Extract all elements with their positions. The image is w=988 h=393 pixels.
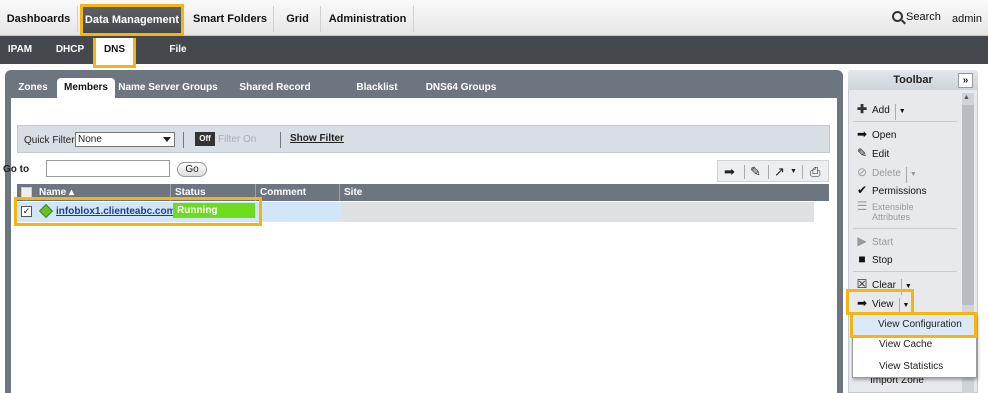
divider: [744, 165, 745, 179]
chevron-down-icon[interactable]: ▼: [905, 167, 917, 183]
tab-name-server-groups[interactable]: Name Server Groups: [118, 78, 218, 98]
search-icon: [892, 11, 903, 22]
toolbar-extensible-attributes-line2: Attributes: [872, 212, 911, 222]
divider: [339, 184, 340, 201]
edit-icon[interactable]: ✎: [750, 164, 761, 180]
site-cell: [341, 202, 814, 222]
permissions-icon: ✔: [856, 183, 868, 197]
subtab-file-distribution[interactable]: File Distribution: [140, 36, 216, 83]
search-button[interactable]: Search: [892, 11, 941, 23]
filter-on-label: Filter On: [218, 134, 257, 145]
open-arrow-icon[interactable]: ➡: [724, 164, 735, 180]
inner-tabs: Zones Members Name Server Groups Shared …: [5, 78, 835, 113]
tab-dns64-groups[interactable]: DNS64 Groups: [425, 78, 497, 98]
edit-icon: ✎: [856, 146, 868, 160]
quick-filter-label: Quick Filter: [24, 135, 75, 146]
tab-data-management[interactable]: Data Management: [80, 4, 184, 36]
tab-zones[interactable]: Zones: [13, 78, 53, 98]
divider: [853, 121, 957, 122]
toolbar-add[interactable]: ✚ Add ▼: [855, 101, 906, 120]
divider: [280, 132, 281, 148]
scroll-up-icon[interactable]: ▲: [963, 94, 970, 101]
quick-filter-bar: Quick Filter None Off Filter On Show Fil…: [17, 125, 830, 153]
arrow-right-icon: ➡: [856, 127, 868, 141]
quick-filter-select[interactable]: None: [75, 132, 175, 147]
quick-filter-value: None: [78, 134, 102, 145]
subtab-ipam[interactable]: IPAM: [0, 36, 40, 64]
toolbar-delete[interactable]: ⊘ Delete ▼: [855, 164, 917, 183]
divider: [802, 165, 803, 179]
export-icon[interactable]: ↗: [774, 164, 785, 180]
scrollbar-thumb[interactable]: [962, 105, 974, 305]
go-button[interactable]: Go: [177, 162, 207, 177]
tab-blacklist-rulesets[interactable]: Blacklist Rulesets: [335, 78, 419, 113]
toolbar-open[interactable]: ➡ Open: [855, 126, 897, 142]
stop-icon: ■: [858, 252, 866, 266]
search-label: Search: [906, 11, 941, 23]
print-icon[interactable]: ⎙: [810, 164, 820, 180]
plus-icon: ✚: [856, 102, 868, 116]
filter-toggle[interactable]: Off: [195, 132, 215, 146]
divider: [183, 132, 184, 148]
member-name-link[interactable]: infoblox1.clienteabc.com: [56, 206, 175, 217]
delete-icon: ⊘: [856, 165, 868, 179]
menu-item-label: View Configuration: [878, 319, 962, 330]
chevron-down-icon: [163, 137, 171, 142]
list-icon: ☰: [856, 199, 868, 213]
subtab-dhcp[interactable]: DHCP: [50, 36, 90, 64]
column-comment[interactable]: Comment: [260, 187, 306, 198]
toolbar-start[interactable]: ▶ Start: [855, 233, 893, 249]
chevron-down-icon[interactable]: ▼: [894, 104, 906, 120]
collapse-toolbar-button[interactable]: »: [958, 73, 973, 88]
tab-grid[interactable]: Grid: [275, 6, 321, 32]
tab-dashboards[interactable]: Dashboards: [0, 6, 78, 32]
divider: [853, 228, 957, 229]
column-site[interactable]: Site: [344, 187, 362, 198]
sub-navigation: IPAM DHCP DNS File Distribution: [0, 36, 988, 83]
status-badge: Running: [173, 203, 255, 218]
goto-input[interactable]: [46, 160, 170, 177]
tab-administration[interactable]: Administration: [322, 6, 414, 32]
chevron-down-icon[interactable]: ▼: [790, 168, 797, 175]
menu-item-view-configuration[interactable]: View Configuration: [850, 312, 977, 338]
toolbar-stop[interactable]: ■ Stop: [855, 251, 892, 267]
tab-members[interactable]: Members: [57, 78, 115, 98]
tab-smart-folders[interactable]: Smart Folders: [187, 6, 274, 32]
grid-toolbar: ➡ ✎ ↗ ▼ ⎙: [717, 160, 829, 182]
top-navigation: Dashboards Data Management Smart Folders…: [0, 0, 988, 36]
divider: [853, 271, 957, 272]
play-icon: ▶: [857, 234, 867, 248]
goto-label: Go to: [3, 164, 30, 175]
menu-item-view-statistics[interactable]: View Statistics: [853, 357, 976, 377]
tab-shared-record-groups[interactable]: Shared Record Groups: [223, 78, 327, 113]
toolbar-permissions[interactable]: ✔ Permissions: [855, 182, 927, 198]
subtab-dns[interactable]: DNS: [93, 38, 136, 68]
show-filter-link[interactable]: Show Filter: [290, 133, 344, 144]
divider: [768, 165, 769, 179]
toolbar-edit[interactable]: ✎ Edit: [855, 145, 889, 161]
menu-item-view-cache[interactable]: View Cache: [853, 335, 976, 355]
user-menu[interactable]: admin: [952, 13, 982, 25]
